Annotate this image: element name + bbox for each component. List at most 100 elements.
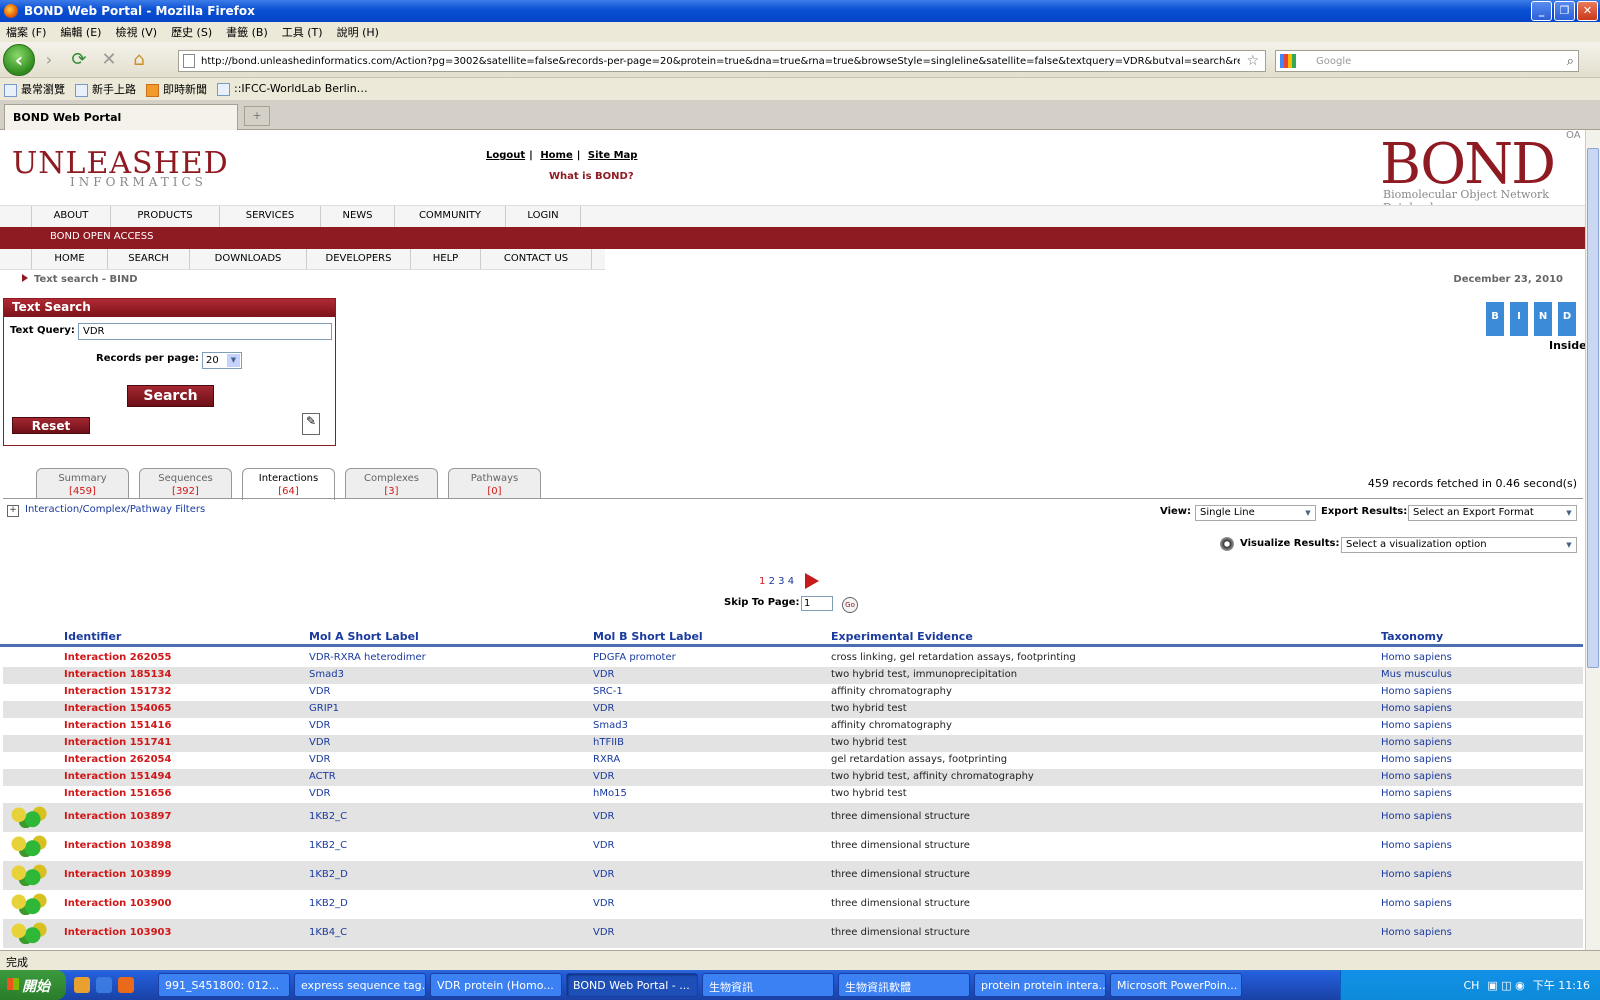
col-mol-b[interactable]: Mol B Short Label bbox=[593, 630, 703, 643]
nav-services[interactable]: SERVICES bbox=[220, 206, 321, 227]
interaction-id-link[interactable]: Interaction 262055 bbox=[64, 652, 171, 663]
subnav-home[interactable]: HOME bbox=[32, 249, 108, 269]
site-map-link[interactable]: Site Map bbox=[588, 150, 638, 161]
nav-community[interactable]: COMMUNITY bbox=[395, 206, 506, 227]
reload-icon[interactable]: ⟳ bbox=[67, 48, 91, 72]
taxonomy-link[interactable]: Homo sapiens bbox=[1381, 686, 1452, 697]
search-input[interactable]: Google ⌕ bbox=[1275, 50, 1579, 72]
interaction-id-link[interactable]: Interaction 103900 bbox=[64, 898, 171, 909]
mol-a-link[interactable]: Smad3 bbox=[309, 669, 344, 680]
nav-news[interactable]: NEWS bbox=[321, 206, 395, 227]
tab-summary[interactable]: Summary [459] bbox=[36, 468, 129, 498]
mol-b-link[interactable]: PDGFA promoter bbox=[593, 652, 676, 663]
address-bar[interactable]: http://bond.unleashedinformatics.com/Act… bbox=[178, 50, 1266, 72]
interaction-id-link[interactable]: Interaction 103898 bbox=[64, 840, 171, 851]
subnav-contact[interactable]: CONTACT US bbox=[481, 249, 592, 269]
mol-b-link[interactable]: VDR bbox=[593, 669, 615, 680]
interaction-id-link[interactable]: Interaction 151494 bbox=[64, 771, 171, 782]
start-button[interactable]: 開始 bbox=[0, 970, 66, 1000]
scrollbar-thumb[interactable] bbox=[1587, 148, 1599, 668]
search-button[interactable]: Search bbox=[127, 385, 214, 407]
taxonomy-link[interactable]: Mus musculus bbox=[1381, 669, 1452, 680]
interaction-id-link[interactable]: Interaction 103897 bbox=[64, 811, 171, 822]
taxonomy-link[interactable]: Homo sapiens bbox=[1381, 840, 1452, 851]
skip-to-page-input[interactable]: 1 bbox=[801, 596, 833, 611]
close-button[interactable]: ✕ bbox=[1577, 1, 1598, 21]
taskbar-item[interactable]: express sequence tag... bbox=[294, 973, 426, 997]
taxonomy-link[interactable]: Homo sapiens bbox=[1381, 927, 1452, 938]
forward-button[interactable]: › bbox=[37, 48, 61, 72]
tab-sequences[interactable]: Sequences [392] bbox=[139, 468, 232, 498]
mol-a-link[interactable]: VDR bbox=[309, 686, 331, 697]
taxonomy-link[interactable]: Homo sapiens bbox=[1381, 869, 1452, 880]
nav-about[interactable]: ABOUT bbox=[32, 206, 111, 227]
interaction-id-link[interactable]: Interaction 103899 bbox=[64, 869, 171, 880]
nav-products[interactable]: PRODUCTS bbox=[111, 206, 220, 227]
vertical-scrollbar[interactable] bbox=[1585, 130, 1600, 950]
mol-b-link[interactable]: RXRA bbox=[593, 754, 620, 765]
mol-b-link[interactable]: hTFIIB bbox=[593, 737, 624, 748]
tab-pathways[interactable]: Pathways [0] bbox=[448, 468, 541, 498]
bookmark-news[interactable]: 即時新聞 bbox=[146, 81, 207, 97]
interaction-id-link[interactable]: Interaction 151416 bbox=[64, 720, 171, 731]
menu-edit[interactable]: 編輯 (E) bbox=[60, 24, 101, 40]
mol-b-link[interactable]: VDR bbox=[593, 898, 615, 909]
structure-thumbnail-icon[interactable] bbox=[5, 864, 51, 886]
taxonomy-link[interactable]: Homo sapiens bbox=[1381, 720, 1452, 731]
menu-view[interactable]: 檢視 (V) bbox=[115, 24, 157, 40]
col-mol-a[interactable]: Mol A Short Label bbox=[309, 630, 419, 643]
next-page-icon[interactable] bbox=[805, 573, 820, 589]
subnav-search[interactable]: SEARCH bbox=[108, 249, 190, 269]
menu-help[interactable]: 說明 (H) bbox=[337, 24, 379, 40]
taxonomy-link[interactable]: Homo sapiens bbox=[1381, 771, 1452, 782]
home-icon[interactable]: ⌂ bbox=[127, 48, 151, 72]
reset-button[interactable]: Reset bbox=[12, 417, 90, 434]
mol-a-link[interactable]: 1KB2_C bbox=[309, 840, 347, 851]
bookmark-most-visited[interactable]: 最常瀏覽 bbox=[4, 81, 65, 97]
visualize-select[interactable]: Select a visualization option ▼ bbox=[1341, 537, 1577, 553]
structure-thumbnail-icon[interactable] bbox=[5, 893, 51, 915]
nav-login[interactable]: LOGIN bbox=[506, 206, 581, 227]
mol-b-link[interactable]: VDR bbox=[593, 840, 615, 851]
page-link[interactable]: 1 bbox=[759, 576, 765, 587]
mol-a-link[interactable]: GRIP1 bbox=[309, 703, 339, 714]
col-evidence[interactable]: Experimental Evidence bbox=[831, 630, 973, 643]
taxonomy-link[interactable]: Homo sapiens bbox=[1381, 754, 1452, 765]
unleashed-logo[interactable]: UNLEASHED INFORMATICS bbox=[12, 146, 229, 189]
interaction-id-link[interactable]: Interaction 154065 bbox=[64, 703, 171, 714]
page-link[interactable]: 2 bbox=[769, 576, 775, 587]
export-select[interactable]: Select an Export Format ▼ bbox=[1408, 505, 1577, 521]
stop-icon[interactable]: ✕ bbox=[97, 48, 121, 72]
what-is-bond-link[interactable]: What is BOND? bbox=[549, 171, 634, 182]
notepad-icon[interactable]: ✎ bbox=[302, 413, 320, 435]
taskbar-item[interactable]: protein protein intera... bbox=[974, 973, 1106, 997]
interaction-id-link[interactable]: Interaction 151732 bbox=[64, 686, 171, 697]
interaction-id-link[interactable]: Interaction 185134 bbox=[64, 669, 171, 680]
tab-complexes[interactable]: Complexes [3] bbox=[345, 468, 438, 498]
records-per-page-select[interactable]: 20 bbox=[202, 352, 242, 369]
text-query-input[interactable]: VDR bbox=[78, 323, 332, 340]
subnav-developers[interactable]: DEVELOPERS bbox=[307, 249, 411, 269]
go-button[interactable]: Go bbox=[842, 597, 858, 613]
subnav-help[interactable]: HELP bbox=[411, 249, 481, 269]
interaction-id-link[interactable]: Interaction 151656 bbox=[64, 788, 171, 799]
structure-thumbnail-icon[interactable] bbox=[5, 835, 51, 857]
taxonomy-link[interactable]: Homo sapiens bbox=[1381, 788, 1452, 799]
structure-thumbnail-icon[interactable] bbox=[5, 922, 51, 944]
col-taxonomy[interactable]: Taxonomy bbox=[1381, 630, 1443, 643]
mol-b-link[interactable]: VDR bbox=[593, 869, 615, 880]
interaction-id-link[interactable]: Interaction 103903 bbox=[64, 927, 171, 938]
mol-a-link[interactable]: 1KB4_C bbox=[309, 927, 347, 938]
mol-a-link[interactable]: 1KB2_D bbox=[309, 898, 348, 909]
bookmark-ifcc[interactable]: ::IFCC-WorldLab Berlin… bbox=[217, 82, 368, 96]
taxonomy-link[interactable]: Homo sapiens bbox=[1381, 737, 1452, 748]
new-tab-button[interactable]: + bbox=[244, 106, 270, 126]
mol-a-link[interactable]: ACTR bbox=[309, 771, 336, 782]
page-link[interactable]: 3 bbox=[778, 576, 784, 587]
taskbar-item[interactable]: Microsoft PowerPoin... bbox=[1110, 973, 1242, 997]
page-link[interactable]: 4 bbox=[788, 576, 794, 587]
taskbar-item[interactable]: VDR protein (Homo... bbox=[430, 973, 562, 997]
browser-tab[interactable]: BOND Web Portal bbox=[4, 104, 238, 130]
language-indicator[interactable]: CH bbox=[1463, 979, 1479, 992]
taskbar-item[interactable]: BOND Web Portal - ... bbox=[566, 973, 698, 997]
